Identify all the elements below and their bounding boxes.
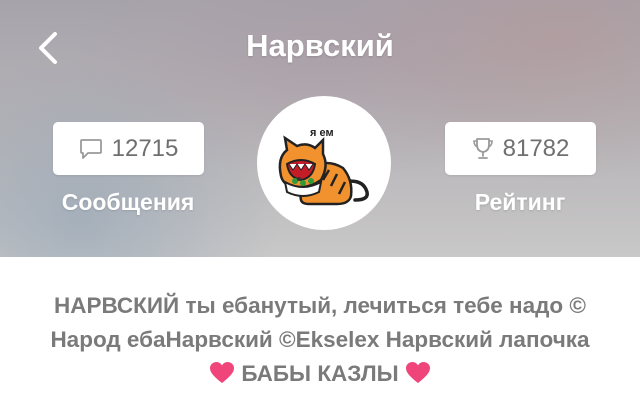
rating-count: 81782 [502,134,570,162]
messages-label: Сообщения [61,189,195,215]
profile-header: Нарвский 12715 Сообщения я ем 81782 Рейт… [0,0,640,257]
trophy-icon [472,137,493,159]
cat-eating-avatar: я ем [278,127,369,206]
avatar-caption: я ем [310,127,334,139]
avatar[interactable]: я ем [257,96,391,230]
rating-count-button[interactable]: 81782 [445,122,596,175]
messages-count: 12715 [111,134,179,162]
page-title: Нарвский [246,28,394,63]
chat-bubble-icon [79,138,102,159]
heart-icon [210,362,235,383]
rating-label: Рейтинг [474,189,566,215]
bio-line-text: БАБЫ КАЗЛЫ [241,361,399,386]
heart-icon [405,362,430,383]
bio-line: БАБЫ КАЗЛЫ [20,357,620,391]
bio-line: НАРВСКИЙ ты ебанутый, лечиться тебе надо… [54,293,586,318]
profile-bio: НАРВСКИЙ ты ебанутый, лечиться тебе надо… [20,289,620,391]
messages-count-button[interactable]: 12715 [53,122,204,175]
bio-line: Народ ебаНарвский ©Ekselex Нарвский лапо… [50,327,590,352]
